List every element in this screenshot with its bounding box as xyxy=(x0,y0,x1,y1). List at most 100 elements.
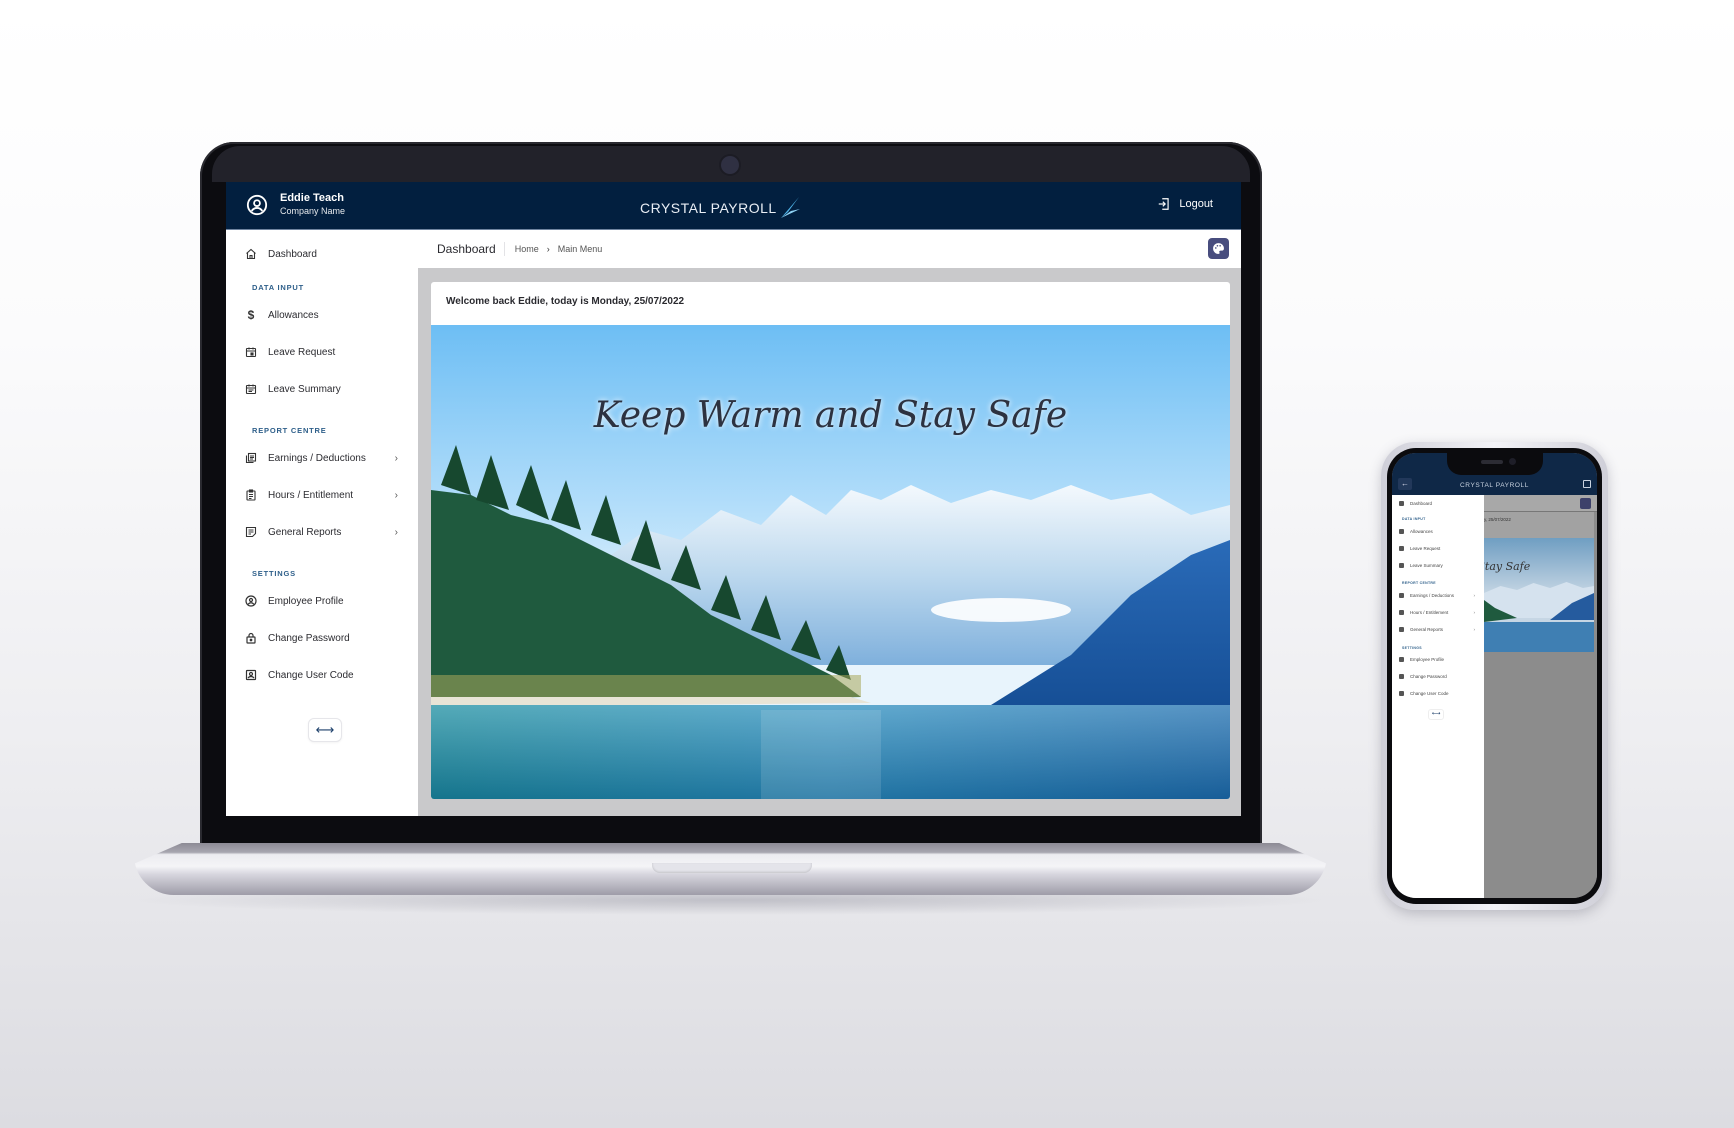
theme-button[interactable] xyxy=(1208,238,1229,259)
logout-icon xyxy=(1159,198,1170,210)
phone-sidebar-label: Leave Request xyxy=(1410,546,1441,551)
dollar-icon xyxy=(1399,529,1404,534)
crystal-logo-icon xyxy=(780,197,800,218)
sidebar-item-label: Change Password xyxy=(268,632,350,644)
hero-image: Keep Warm and Stay Safe xyxy=(431,325,1230,799)
chevron-right-icon: › xyxy=(394,526,398,538)
calendar-list-icon xyxy=(244,382,258,396)
id-badge-icon xyxy=(1399,691,1404,696)
phone-sidebar-item-leave-request[interactable]: Leave Request xyxy=(1399,546,1479,551)
sidebar-item-earnings-deductions[interactable]: Earnings / Deductions › xyxy=(244,448,404,468)
sidebar-item-label: Leave Summary xyxy=(268,383,341,395)
section-title-report-centre: REPORT CENTRE xyxy=(252,426,327,435)
phone-sidebar-label: Leave Summary xyxy=(1410,563,1443,568)
id-badge-icon xyxy=(244,668,258,682)
laptop-lid: Eddie Teach Company Name CRYSTAL PAYROLL… xyxy=(200,142,1262,848)
sidebar-item-hours-entitlement[interactable]: Hours / Entitlement › xyxy=(244,485,404,505)
phone-sidebar-item-allowances[interactable]: Allowances xyxy=(1399,529,1479,534)
documents-icon xyxy=(244,451,258,465)
calendar-event-icon xyxy=(1399,546,1404,551)
welcome-message: Welcome back Eddie, today is Monday, 25/… xyxy=(446,296,685,307)
calendar-event-icon xyxy=(244,345,258,359)
company-name: Company Name xyxy=(280,206,346,216)
palette-icon xyxy=(1213,243,1224,254)
user-block[interactable]: Eddie Teach Company Name xyxy=(246,192,345,217)
phone-sidebar-item-general-reports[interactable]: General Reports › xyxy=(1399,627,1479,632)
phone-sidebar-label: Change Password xyxy=(1410,674,1447,679)
sidebar-item-leave-request[interactable]: Leave Request xyxy=(244,342,404,362)
phone-landscape-illustration xyxy=(1484,538,1594,652)
sidebar-item-allowances[interactable]: $ Allowances xyxy=(244,305,404,325)
chevron-right-icon: › xyxy=(1473,610,1476,615)
breadcrumb-main-menu[interactable]: Main Menu xyxy=(558,244,603,254)
phone-section-data-input: DATA INPUT xyxy=(1402,517,1426,521)
phone-sidebar-label: Allowances xyxy=(1410,529,1433,534)
sidebar-item-label: Earnings / Deductions xyxy=(268,452,366,464)
report-icon xyxy=(244,525,258,539)
sidebar-item-change-user-code[interactable]: Change User Code xyxy=(244,665,404,685)
sidebar: Dashboard DATA INPUT $ Allowances Leave … xyxy=(226,230,418,816)
sidebar-item-employee-profile[interactable]: Employee Profile xyxy=(244,591,404,611)
sidebar-item-label: Dashboard xyxy=(268,248,317,260)
sidebar-item-label: Hours / Entitlement xyxy=(268,489,354,501)
sidebar-item-label: Employee Profile xyxy=(268,595,344,607)
chevron-right-icon: › xyxy=(1473,627,1476,632)
chevron-right-icon: › xyxy=(394,489,398,501)
phone-bezel: ← CRYSTAL PAYROLL y, 25/07/2022 tay Safe… xyxy=(1387,448,1602,904)
lock-icon xyxy=(1399,674,1404,679)
webcam xyxy=(721,156,739,174)
page-title: Dashboard xyxy=(437,242,505,256)
user-circle-icon xyxy=(246,194,268,215)
welcome-card: Welcome back Eddie, today is Monday, 25/… xyxy=(431,282,1230,799)
phone-sidebar-item-earnings-deductions[interactable]: Earnings / Deductions › xyxy=(1399,593,1479,598)
phone-notch xyxy=(1447,453,1543,475)
phone-sidebar-item-dashboard[interactable]: Dashboard xyxy=(1399,501,1479,506)
breadcrumb: Dashboard Home › Main Menu xyxy=(418,230,1241,268)
home-icon xyxy=(1399,501,1404,506)
logout-button[interactable]: Logout xyxy=(1157,197,1213,211)
user-circle-icon xyxy=(1399,657,1404,662)
phone-screen: ← CRYSTAL PAYROLL y, 25/07/2022 tay Safe… xyxy=(1392,453,1597,898)
chevron-right-icon: › xyxy=(1473,593,1476,598)
main-content: Dashboard Home › Main Menu Welcome back … xyxy=(418,230,1241,816)
phone-sidebar-item-hours-entitlement[interactable]: Hours / Entitlement › xyxy=(1399,610,1479,615)
phone-brand: CRYSTAL PAYROLL xyxy=(1460,482,1529,489)
home-icon xyxy=(244,247,258,261)
phone-sidebar-label: Change User Code xyxy=(1410,691,1449,696)
phone-sidebar-item-employee-profile[interactable]: Employee Profile xyxy=(1399,657,1479,662)
user-name: Eddie Teach xyxy=(280,192,344,204)
phone-speaker xyxy=(1481,460,1503,464)
sidebar-item-label: Allowances xyxy=(268,309,319,321)
phone-sidebar-label: Earnings / Deductions xyxy=(1410,593,1455,598)
section-title-data-input: DATA INPUT xyxy=(252,283,305,292)
phone-sidebar-label: Hours / Entitlement xyxy=(1410,610,1449,615)
phone-sidebar-collapse-button[interactable]: ⟷ xyxy=(1428,709,1444,720)
sidebar-item-leave-summary[interactable]: Leave Summary xyxy=(244,379,404,399)
phone-sidebar-item-change-password[interactable]: Change Password xyxy=(1399,674,1479,679)
laptop-open-notch xyxy=(652,863,812,873)
sidebar-item-change-password[interactable]: Change Password xyxy=(244,628,404,648)
documents-icon xyxy=(1399,593,1404,598)
dollar-icon: $ xyxy=(247,308,255,322)
calendar-list-icon xyxy=(1399,563,1404,568)
phone-sidebar-item-change-user-code[interactable]: Change User Code xyxy=(1399,691,1479,696)
phone-sidebar-item-leave-summary[interactable]: Leave Summary xyxy=(1399,563,1479,568)
palette-icon[interactable] xyxy=(1580,498,1591,509)
breadcrumb-home[interactable]: Home xyxy=(515,244,539,254)
logout-icon[interactable] xyxy=(1583,480,1591,488)
sidebar-item-label: Change User Code xyxy=(268,669,354,681)
report-icon xyxy=(1399,627,1404,632)
phone-frame: ← CRYSTAL PAYROLL y, 25/07/2022 tay Safe… xyxy=(1381,442,1608,910)
sidebar-collapse-button[interactable]: ⟷ xyxy=(308,718,342,742)
phone-section-report-centre: REPORT CENTRE xyxy=(1402,581,1436,585)
phone-section-settings: SETTINGS xyxy=(1402,646,1422,650)
sidebar-item-label: General Reports xyxy=(268,526,342,538)
app-header: Eddie Teach Company Name CRYSTAL PAYROLL… xyxy=(226,182,1241,230)
chevron-right-icon: › xyxy=(394,452,398,464)
brand-logo[interactable]: CRYSTAL PAYROLL xyxy=(640,196,801,220)
phone-sidebar-label: Dashboard xyxy=(1410,501,1433,506)
sidebar-item-dashboard[interactable]: Dashboard xyxy=(244,244,404,264)
sidebar-item-general-reports[interactable]: General Reports › xyxy=(244,522,404,542)
phone-camera xyxy=(1509,458,1516,465)
phone-sidebar: Dashboard DATA INPUT Allowances Leave Re… xyxy=(1392,495,1484,898)
